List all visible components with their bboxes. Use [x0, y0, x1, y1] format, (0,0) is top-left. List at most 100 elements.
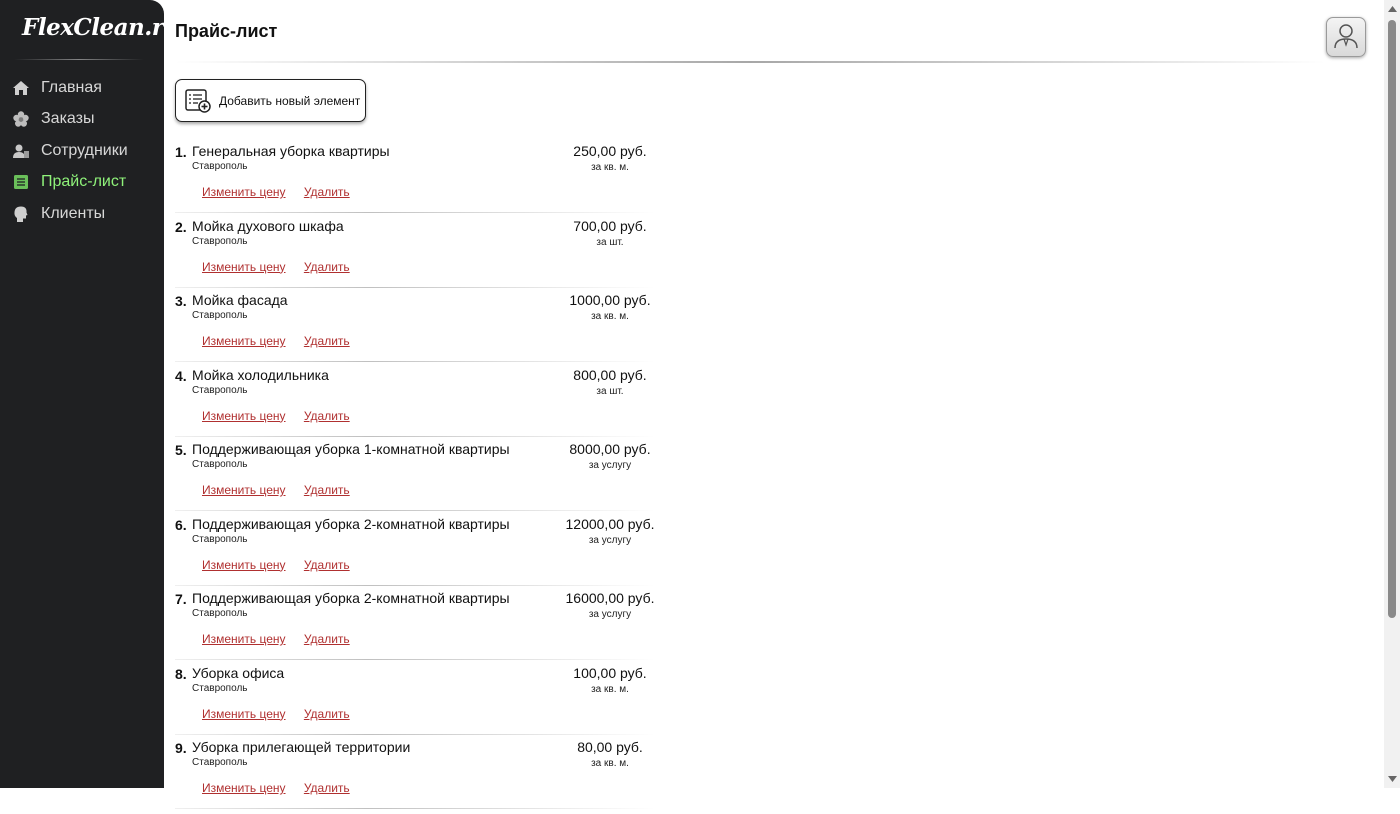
item-unit: за кв. м. [591, 758, 629, 769]
item-name: Мойка духового шкафа [192, 217, 344, 234]
header-divider [175, 61, 1325, 63]
item-divider [175, 584, 655, 586]
page-title: Прайс-лист [175, 21, 278, 41]
staff-icon [12, 142, 30, 160]
scroll-down-arrow-icon[interactable] [1384, 772, 1400, 786]
price-list: 1. Генеральная уборка квартиры Ставропол… [175, 143, 675, 814]
item-number: 4. [175, 367, 187, 384]
item-actions: Изменить цену Удалить [202, 632, 365, 646]
item-price: 250,00 руб. [573, 143, 647, 159]
sidebar-item-orders[interactable]: Заказы [0, 104, 164, 136]
user-avatar-icon [1333, 21, 1359, 53]
change-price-link[interactable]: Изменить цену [202, 781, 286, 795]
page-scrollbar[interactable] [1384, 0, 1400, 788]
item-unit: за услугу [588, 609, 632, 620]
price-list-item: 9. Уборка прилегающей территории Ставроп… [175, 739, 675, 814]
sidebar: FlexClean.ru Главная Заказы Сотрудники П… [0, 0, 180, 788]
delete-link[interactable]: Удалить [304, 260, 350, 274]
item-price: 16000,00 руб. [565, 590, 655, 606]
delete-link[interactable]: Удалить [304, 632, 350, 646]
sidebar-item-label: Заказы [41, 110, 95, 128]
price-list-item: 2. Мойка духового шкафа Ставрополь 700,0… [175, 218, 675, 293]
sidebar-item-label: Прайс-лист [41, 173, 127, 191]
scrollbar-thumb[interactable] [1388, 20, 1396, 618]
sidebar-nav: Главная Заказы Сотрудники Прайс-лист Кли… [0, 72, 164, 230]
item-unit: за услугу [588, 534, 632, 546]
delete-link[interactable]: Удалить [304, 707, 350, 721]
item-city: Ставрополь [192, 682, 248, 694]
home-icon [12, 79, 30, 97]
add-item-button[interactable]: Добавить новый элемент [175, 79, 366, 122]
item-unit: за услугу [588, 460, 632, 471]
item-number: 9. [175, 740, 187, 756]
add-list-icon [185, 88, 211, 113]
item-name: Генеральная уборка квартиры [192, 143, 390, 159]
item-city: Ставрополь [192, 235, 248, 247]
item-divider [175, 659, 655, 660]
price-list-item: 8. Уборка офиса Ставрополь 100,00 руб. з… [175, 665, 675, 740]
delete-link[interactable]: Удалить [304, 483, 350, 497]
sidebar-item-staff[interactable]: Сотрудники [0, 135, 164, 167]
logo[interactable]: FlexClean.ru [22, 14, 180, 41]
item-city: Ставрополь [192, 384, 248, 396]
user-avatar-button[interactable] [1326, 17, 1366, 57]
sidebar-item-label: Клиенты [41, 204, 106, 222]
delete-link[interactable]: Удалить [304, 334, 350, 348]
add-item-label: Добавить новый элемент [219, 93, 361, 108]
change-price-link[interactable]: Изменить цену [202, 483, 286, 497]
item-unit: за кв. м. [591, 311, 629, 322]
item-divider [175, 510, 655, 511]
item-divider [175, 808, 655, 809]
item-unit: за кв. м. [591, 683, 629, 695]
change-price-link[interactable]: Изменить цену [202, 558, 286, 572]
item-divider [175, 286, 655, 288]
change-price-link[interactable]: Изменить цену [202, 707, 286, 721]
item-unit: за шт. [596, 385, 624, 397]
item-price: 80,00 руб. [577, 739, 643, 755]
item-actions: Изменить цену Удалить [202, 707, 365, 721]
price-list-item: 7. Поддерживающая уборка 2-комнатной ква… [175, 590, 675, 665]
change-price-link[interactable]: Изменить цену [202, 632, 286, 646]
flower-icon [12, 110, 30, 128]
price-list-item: 6. Поддерживающая уборка 2-комнатной ква… [175, 516, 675, 591]
item-unit: за шт. [596, 236, 624, 248]
item-name: Поддерживающая уборка 2-комнатной кварти… [192, 515, 510, 532]
item-actions: Изменить цену Удалить [202, 409, 365, 423]
item-city: Ставрополь [192, 310, 248, 321]
client-head-icon [12, 205, 30, 223]
item-city: Ставрополь [192, 757, 248, 768]
item-city: Ставрополь [192, 161, 248, 172]
item-price: 1000,00 руб. [569, 292, 651, 308]
change-price-link[interactable]: Изменить цену [202, 409, 286, 423]
item-actions: Изменить цену Удалить [202, 558, 365, 572]
item-price: 12000,00 руб. [565, 515, 655, 532]
item-price: 100,00 руб. [573, 664, 647, 681]
delete-link[interactable]: Удалить [304, 781, 350, 795]
item-name: Мойка фасада [192, 292, 288, 308]
item-divider [175, 733, 655, 735]
item-name: Уборка прилегающей территории [192, 739, 411, 755]
change-price-link[interactable]: Изменить цену [202, 185, 286, 199]
item-actions: Изменить цену Удалить [202, 334, 365, 348]
item-number: 1. [175, 144, 187, 160]
item-unit: за кв. м. [591, 162, 629, 173]
item-city: Ставрополь [192, 608, 248, 619]
delete-link[interactable]: Удалить [304, 558, 350, 572]
delete-link[interactable]: Удалить [304, 185, 350, 199]
scroll-up-arrow-icon[interactable] [1384, 2, 1400, 16]
sidebar-item-home[interactable]: Главная [0, 72, 164, 104]
sidebar-item-clients[interactable]: Клиенты [0, 198, 164, 230]
change-price-link[interactable]: Изменить цену [202, 260, 286, 274]
change-price-link[interactable]: Изменить цену [202, 334, 286, 348]
item-number: 8. [175, 665, 187, 682]
item-number: 6. [175, 516, 187, 533]
item-divider [175, 212, 655, 213]
item-name: Поддерживающая уборка 2-комнатной кварти… [192, 590, 510, 606]
item-name: Мойка холодильника [192, 366, 329, 383]
sidebar-item-price-list[interactable]: Прайс-лист [0, 167, 164, 199]
item-price: 800,00 руб. [573, 366, 647, 383]
sidebar-item-label: Главная [41, 78, 102, 96]
item-price: 700,00 руб. [573, 217, 647, 234]
item-actions: Изменить цену Удалить [202, 185, 365, 199]
delete-link[interactable]: Удалить [304, 409, 350, 423]
